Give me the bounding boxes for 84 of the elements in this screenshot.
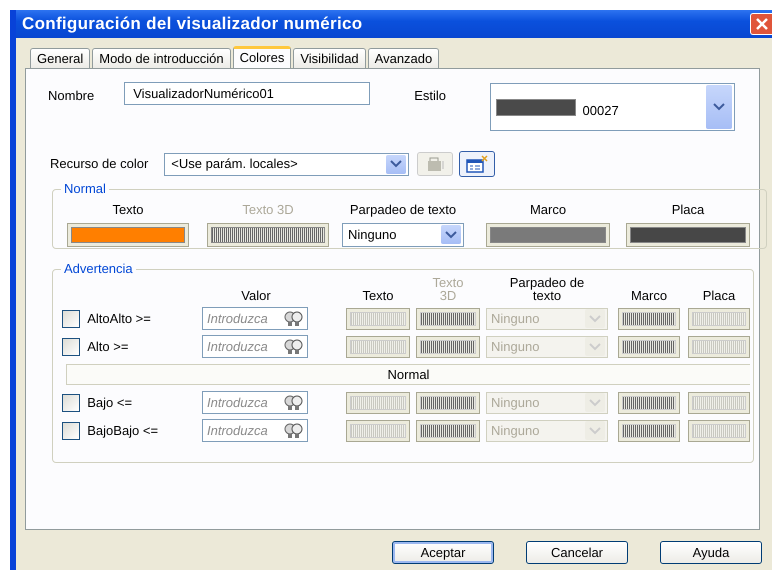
- color-swatch: [346, 336, 410, 358]
- field-label: Nombre: [48, 87, 94, 106]
- placeholder-text: Introduzca: [207, 338, 268, 356]
- row-label: BajoBajo <=: [86, 422, 160, 440]
- dropdown-value: Ninguno: [491, 310, 540, 328]
- chevron-icon: [589, 342, 601, 350]
- dialog-button[interactable]: Cancelar: [526, 541, 628, 564]
- chevron-icon: [390, 160, 402, 168]
- color-swatch: [618, 336, 680, 358]
- dropdown-button[interactable]: [706, 85, 732, 129]
- color-swatch: [618, 392, 680, 414]
- column-label: Parpadeo de texto: [508, 276, 586, 302]
- dropdown-value: Ninguno: [491, 394, 540, 412]
- placeholder-text: Introduzca: [207, 422, 268, 440]
- color-swatch: [618, 420, 680, 442]
- name-field[interactable]: VisualizadorNumérico01: [124, 82, 370, 105]
- dropdown-value: <Use parám. locales>: [171, 155, 298, 174]
- bulbs-icon: [283, 422, 305, 440]
- column-label: Parpadeo de texto: [350, 201, 456, 219]
- checkbox[interactable]: [62, 394, 80, 412]
- dropdown-button[interactable]: [441, 225, 461, 244]
- color-swatch: [688, 420, 750, 442]
- bulbs-icon: [283, 310, 305, 328]
- close-button[interactable]: [750, 13, 772, 35]
- color-swatch: [688, 308, 750, 330]
- color-resource-dropdown[interactable]: <Use parám. locales>: [164, 152, 410, 176]
- bulbs-icon: [283, 338, 305, 356]
- checkbox[interactable]: [62, 310, 80, 328]
- color-swatch: [416, 392, 480, 414]
- style-dropdown[interactable]: 00027: [490, 83, 736, 131]
- style-code: 00027: [582, 102, 620, 120]
- chevron-icon: [713, 103, 726, 111]
- chevron-icon: [445, 230, 457, 238]
- column-label: Texto 3D: [431, 276, 465, 302]
- column-label: Texto 3D: [242, 201, 294, 219]
- field-label: Recurso de color: [50, 155, 148, 174]
- close-icon: [754, 17, 768, 31]
- placeholder-text: Introduzca: [207, 310, 268, 328]
- dialog-button[interactable]: Aceptar: [392, 541, 494, 564]
- checkbox[interactable]: [62, 422, 80, 440]
- column-label: Texto: [112, 201, 144, 219]
- row-label: Alto >=: [86, 338, 130, 356]
- table-icon: [465, 155, 490, 173]
- tab[interactable]: Visibilidad: [293, 48, 366, 68]
- color-swatch: [346, 392, 410, 414]
- bulbs-icon: [283, 394, 305, 412]
- tab[interactable]: Avanzado: [368, 48, 440, 68]
- window-title: Configuración del visualizador numérico: [22, 13, 362, 36]
- chevron-icon: [589, 314, 601, 322]
- column-label: Valor: [240, 289, 272, 302]
- color-swatch: [416, 308, 480, 330]
- tab[interactable]: Modo de introducción: [92, 48, 231, 68]
- dropdown-value: Ninguno: [491, 422, 540, 440]
- color-swatch: [688, 392, 750, 414]
- dialog-button[interactable]: Ayuda: [660, 541, 762, 564]
- dropdown-button[interactable]: [386, 154, 406, 174]
- column-label: Marco: [630, 289, 668, 302]
- color-swatch[interactable]: [67, 222, 189, 246]
- placeholder-text: Introduzca: [207, 394, 268, 412]
- color-swatch: [416, 336, 480, 358]
- field-label: Estilo: [414, 87, 446, 106]
- blink-dropdown[interactable]: Ninguno: [342, 222, 464, 246]
- color-swatch: [618, 308, 680, 330]
- checkbox[interactable]: [62, 338, 80, 356]
- column-label: Placa: [672, 201, 704, 219]
- tab[interactable]: General: [30, 48, 90, 68]
- color-swatch: [346, 308, 410, 330]
- column-label: Texto: [361, 289, 395, 302]
- color-swatch[interactable]: [486, 222, 610, 246]
- table-button[interactable]: [459, 151, 496, 177]
- column-label: Placa: [702, 289, 736, 302]
- color-swatch: [346, 420, 410, 442]
- row-label: Bajo <=: [86, 394, 134, 412]
- tab[interactable]: Colores: [232, 46, 292, 68]
- color-swatch[interactable]: [626, 222, 750, 246]
- row-label: AltoAlto >=: [86, 310, 152, 328]
- column-label: Marco: [530, 201, 566, 219]
- chevron-icon: [589, 426, 601, 434]
- color-swatch: [416, 420, 480, 442]
- box-icon: [426, 156, 444, 172]
- chevron-icon: [589, 398, 601, 406]
- dropdown-value: Ninguno: [348, 226, 396, 244]
- color-swatch: [688, 336, 750, 358]
- dropdown-value: Ninguno: [491, 338, 540, 356]
